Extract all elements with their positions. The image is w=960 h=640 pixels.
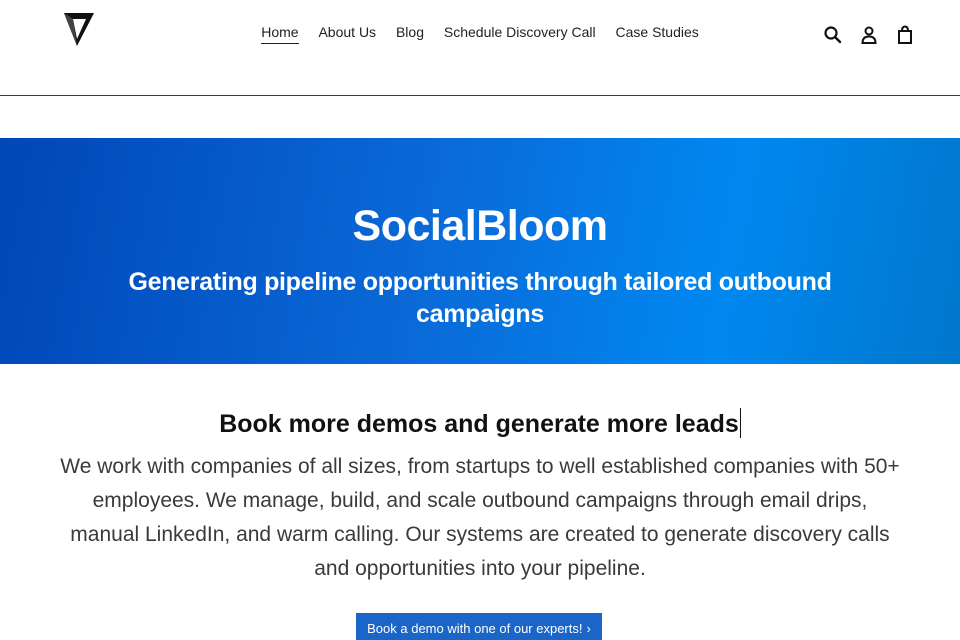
hero-banner: SocialBloom Generating pipeline opportun… (0, 138, 960, 364)
nav-schedule-discovery-call[interactable]: Schedule Discovery Call (444, 24, 596, 43)
nav-about-us[interactable]: About Us (318, 24, 376, 43)
book-demo-button[interactable]: Book a demo with one of our experts! › (356, 613, 602, 640)
intro-heading: Book more demos and generate more leads (0, 408, 960, 439)
search-icon[interactable] (822, 24, 844, 46)
intro-heading-text: Book more demos and generate more leads (219, 410, 739, 438)
account-icon[interactable] (858, 24, 880, 46)
book-demo-label: Book a demo with one of our experts! (367, 621, 583, 636)
text-caret (739, 408, 741, 438)
nav-blog[interactable]: Blog (396, 24, 424, 43)
intro-paragraph: We work with companies of all sizes, fro… (60, 455, 900, 580)
hero-subtitle: Generating pipeline opportunities throug… (128, 268, 832, 328)
chevron-right-icon: › (586, 621, 591, 636)
cart-icon[interactable] (894, 24, 916, 46)
header-icons (822, 24, 916, 46)
main-nav: Home About Us Blog Schedule Discovery Ca… (0, 24, 960, 44)
hero-title: SocialBloom (352, 202, 608, 250)
nav-home[interactable]: Home (261, 24, 299, 44)
nav-case-studies[interactable]: Case Studies (616, 24, 699, 43)
site-header: Home About Us Blog Schedule Discovery Ca… (0, 0, 960, 96)
